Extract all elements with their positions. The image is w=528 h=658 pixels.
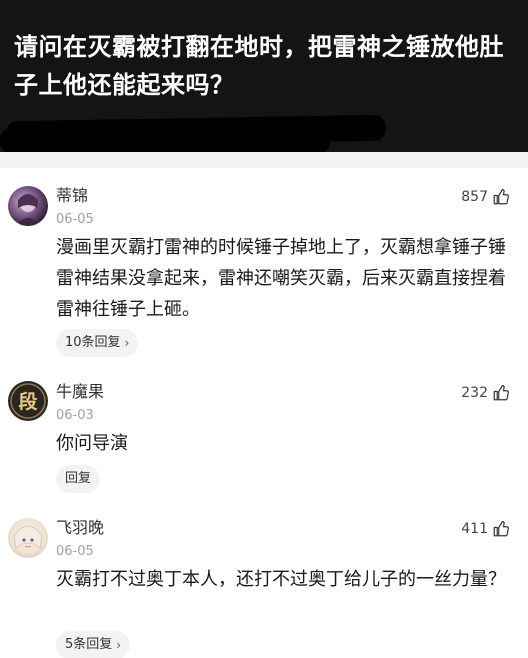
avatar[interactable] (8, 186, 48, 226)
comment-item: 蒂锦 06-05 857 漫画里灭霸打雷神的时候锤子掉地上了，灭霸想拿锤子锤雷神… (0, 180, 528, 370)
comment-item: 段 牛魔果 06-03 232 你问导演 回复 (0, 375, 528, 505)
chevron-right-icon: › (116, 638, 122, 652)
reply-button[interactable]: 回复 (56, 465, 101, 493)
redaction-bar (0, 128, 330, 154)
comment-item: 飞羽晚 06-05 411 灭霸打不过奥丁本人，还打不过奥丁给儿子的一丝力量？ … (0, 512, 528, 658)
like-count: 411 (461, 521, 488, 537)
avatar-anime-light-icon (13, 525, 43, 549)
avatar[interactable]: 段 (8, 381, 48, 421)
thumbs-up-icon (493, 188, 509, 205)
reply-label: 5条回复 (65, 637, 113, 652)
reply-label: 10条回复 (65, 335, 121, 350)
question-header: 请问在灭霸被打翻在地时，把雷神之锤放他肚子上他还能起来吗？ (0, 0, 528, 154)
comment-username[interactable]: 牛魔果 (56, 382, 104, 402)
like-button[interactable]: 857 (461, 188, 510, 206)
comment-content: 你问导演 (56, 433, 128, 454)
comment-content: 漫画里灭霸打雷神的时候锤子掉地上了，灭霸想拿锤子锤雷神结果没拿起来，雷神还嘲笑灭… (56, 237, 506, 320)
comment-date: 06-05 (56, 212, 94, 227)
chevron-right-icon: › (124, 336, 130, 350)
like-count: 232 (461, 385, 488, 401)
section-divider (0, 152, 528, 168)
thumbs-up-icon (493, 384, 509, 401)
comment-date: 06-05 (56, 544, 94, 559)
avatar-duan-emblem-icon: 段 (10, 383, 46, 419)
like-button[interactable]: 411 (461, 520, 510, 538)
thumbs-up-icon (493, 520, 509, 537)
view-replies-button[interactable]: 5条回复 › (56, 631, 131, 658)
comment-date: 06-03 (56, 408, 94, 423)
like-button[interactable]: 232 (461, 384, 510, 402)
comment-content: 灭霸打不过奥丁本人，还打不过奥丁给儿子的一丝力量？ (56, 569, 506, 590)
like-count: 857 (461, 189, 488, 205)
reply-label: 回复 (65, 471, 92, 486)
avatar[interactable] (8, 518, 48, 558)
avatar-anime-dark-icon (16, 194, 40, 226)
avatar-char: 段 (18, 390, 38, 413)
question-title: 请问在灭霸被打翻在地时，把雷神之锤放他肚子上他还能起来吗？ (14, 33, 504, 99)
comment-username[interactable]: 飞羽晚 (56, 518, 104, 538)
comment-username[interactable]: 蒂锦 (56, 186, 88, 206)
view-replies-button[interactable]: 10条回复 › (56, 329, 139, 357)
